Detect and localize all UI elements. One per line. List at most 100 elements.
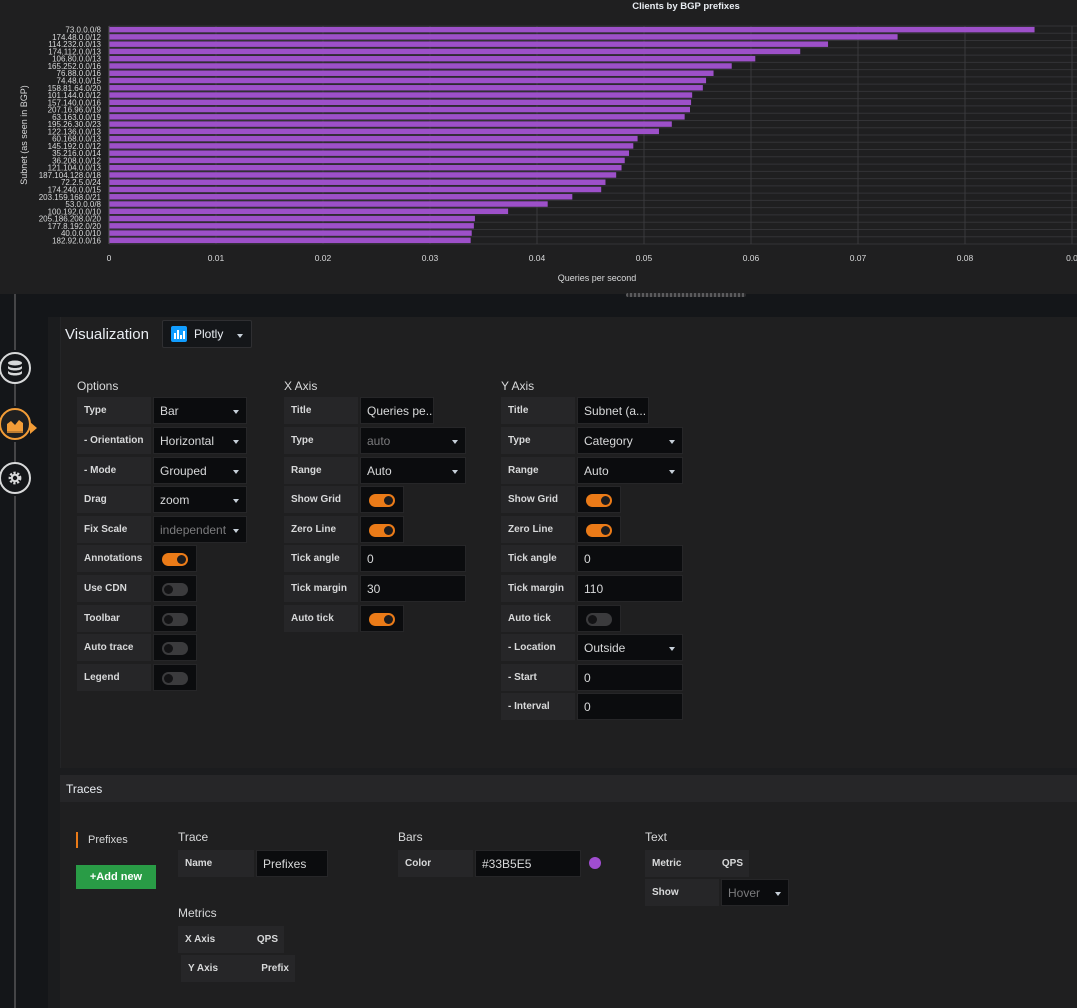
panel-resize-handle[interactable] bbox=[626, 293, 746, 297]
bar[interactable] bbox=[109, 106, 691, 113]
chart-title: Clients by BGP prefixes bbox=[632, 1, 740, 12]
x-metric-field[interactable]: X Axis QPS bbox=[178, 926, 284, 953]
y-auto-tick-toggle[interactable] bbox=[577, 605, 621, 632]
y-axis-title-row: Title Subnet (a... bbox=[501, 397, 649, 424]
bar[interactable] bbox=[109, 215, 475, 222]
annotations-row: Annotations bbox=[77, 545, 197, 572]
legend-toggle[interactable] bbox=[153, 664, 197, 691]
type-select[interactable]: Bar bbox=[153, 397, 247, 424]
bar[interactable] bbox=[109, 186, 602, 193]
trace-tab-prefixes[interactable]: Prefixes bbox=[76, 832, 128, 848]
visualization-picker[interactable]: Plotly bbox=[162, 320, 252, 348]
y-axis-range-select[interactable]: Auto bbox=[577, 457, 683, 484]
use-cdn-toggle[interactable] bbox=[153, 575, 197, 602]
y-metric-row[interactable]: Y Axis Prefix bbox=[181, 955, 295, 982]
bar[interactable] bbox=[109, 128, 659, 135]
x-axis-title-input[interactable]: Queries pe... bbox=[360, 397, 434, 424]
bar-color-row: Color #33B5E5 bbox=[398, 850, 608, 877]
text-show-select[interactable]: Hover bbox=[721, 879, 789, 906]
bar[interactable] bbox=[109, 70, 714, 76]
x-tick-angle-input[interactable]: 0 bbox=[360, 545, 466, 572]
bar[interactable] bbox=[109, 48, 801, 55]
annotations-toggle[interactable] bbox=[153, 545, 197, 572]
orientation-select[interactable]: Horizontal bbox=[153, 427, 247, 454]
x-zero-line-label: Zero Line bbox=[284, 516, 360, 543]
visualization-chart-icon[interactable] bbox=[0, 408, 31, 440]
bar[interactable] bbox=[109, 172, 617, 178]
legend-label: Legend bbox=[77, 664, 153, 691]
bar[interactable] bbox=[109, 41, 829, 47]
x-show-grid-toggle[interactable] bbox=[360, 486, 404, 513]
y-zero-line-toggle[interactable] bbox=[577, 516, 621, 543]
y-start-row: - Start 0 bbox=[501, 664, 683, 691]
mode-select[interactable]: Grouped bbox=[153, 457, 247, 484]
chevron-down-icon bbox=[233, 529, 239, 533]
y-tick-margin-value: 110 bbox=[584, 581, 604, 596]
general-settings-gear-icon[interactable] bbox=[0, 462, 31, 494]
x-auto-tick-row: Auto tick bbox=[284, 605, 404, 632]
bar-chart[interactable]: 0 0.01 0.02 0.03 0.04 0.05 0.06 0.07 0.08 0.073.0… bbox=[0, 0, 1077, 294]
bar[interactable] bbox=[109, 99, 692, 106]
active-step-arrow bbox=[30, 422, 37, 434]
trace-name-input[interactable]: Prefixes bbox=[256, 850, 328, 877]
bar-color-input[interactable]: #33B5E5 bbox=[475, 850, 581, 877]
bar[interactable] bbox=[109, 34, 898, 40]
bar[interactable] bbox=[109, 77, 707, 84]
y-interval-input[interactable]: 0 bbox=[577, 693, 683, 720]
x-axis-type-select[interactable]: auto bbox=[360, 427, 466, 454]
auto-trace-toggle[interactable] bbox=[153, 634, 197, 661]
x-axis-label: Queries per second bbox=[558, 273, 637, 283]
color-picker-button[interactable] bbox=[581, 850, 608, 877]
y-tick-angle-row: Tick angle 0 bbox=[501, 545, 683, 572]
x-tick-margin-input[interactable]: 30 bbox=[360, 575, 466, 602]
x-tick-label: 0.04 bbox=[529, 253, 546, 263]
bar[interactable] bbox=[109, 194, 573, 200]
text-metric-row[interactable]: Metric QPS bbox=[645, 850, 749, 877]
traces-panel: Traces Prefixes +Add new Trace Name Pref… bbox=[60, 775, 1077, 1008]
y-auto-tick-row: Auto tick bbox=[501, 605, 621, 632]
x-auto-tick-toggle[interactable] bbox=[360, 605, 404, 632]
x-tick-label: 0 bbox=[107, 253, 112, 263]
bar[interactable] bbox=[109, 179, 606, 185]
bar[interactable] bbox=[109, 201, 548, 207]
y-start-input[interactable]: 0 bbox=[577, 664, 683, 691]
x-axis-title-label: Title bbox=[284, 397, 360, 424]
y-location-select[interactable]: Outside bbox=[577, 634, 683, 661]
bar[interactable] bbox=[109, 135, 638, 142]
bar[interactable] bbox=[109, 157, 625, 164]
y-zero-line-row: Zero Line bbox=[501, 516, 621, 543]
bar[interactable] bbox=[109, 143, 634, 149]
drag-select[interactable]: zoom bbox=[153, 486, 247, 513]
x-zero-line-toggle[interactable] bbox=[360, 516, 404, 543]
text-metric-field[interactable]: Metric QPS bbox=[645, 850, 749, 877]
y-tick-margin-row: Tick margin 110 bbox=[501, 575, 683, 602]
bar[interactable] bbox=[109, 85, 703, 91]
y-metric-field[interactable]: Y Axis Prefix bbox=[181, 955, 295, 982]
x-metric-row[interactable]: X Axis QPS bbox=[178, 926, 284, 953]
bar[interactable] bbox=[109, 92, 693, 98]
bar[interactable] bbox=[109, 150, 630, 156]
x-axis-range-select[interactable]: Auto bbox=[360, 457, 466, 484]
y-tick-angle-input[interactable]: 0 bbox=[577, 545, 683, 572]
chevron-down-icon bbox=[237, 334, 243, 338]
bar[interactable] bbox=[109, 208, 509, 215]
y-axis-type-select[interactable]: Category bbox=[577, 427, 683, 454]
toolbar-toggle[interactable] bbox=[153, 605, 197, 632]
bar[interactable] bbox=[109, 237, 471, 244]
y-show-grid-toggle[interactable] bbox=[577, 486, 621, 513]
add-new-trace-button[interactable]: +Add new bbox=[76, 865, 156, 889]
bar[interactable] bbox=[109, 26, 1035, 33]
y-axis-range-row: Range Auto bbox=[501, 457, 683, 484]
bar[interactable] bbox=[109, 114, 685, 120]
bar[interactable] bbox=[109, 55, 756, 62]
bar[interactable] bbox=[109, 63, 732, 69]
bar[interactable] bbox=[109, 121, 672, 127]
queries-database-icon[interactable] bbox=[0, 352, 31, 384]
y-axis-title-input[interactable]: Subnet (a... bbox=[577, 397, 649, 424]
bar[interactable] bbox=[109, 230, 472, 236]
fix-scale-label: Fix Scale bbox=[77, 516, 153, 543]
bar[interactable] bbox=[109, 223, 474, 229]
fix-scale-select[interactable]: independent bbox=[153, 516, 247, 543]
bar[interactable] bbox=[109, 164, 622, 171]
y-tick-margin-input[interactable]: 110 bbox=[577, 575, 683, 602]
